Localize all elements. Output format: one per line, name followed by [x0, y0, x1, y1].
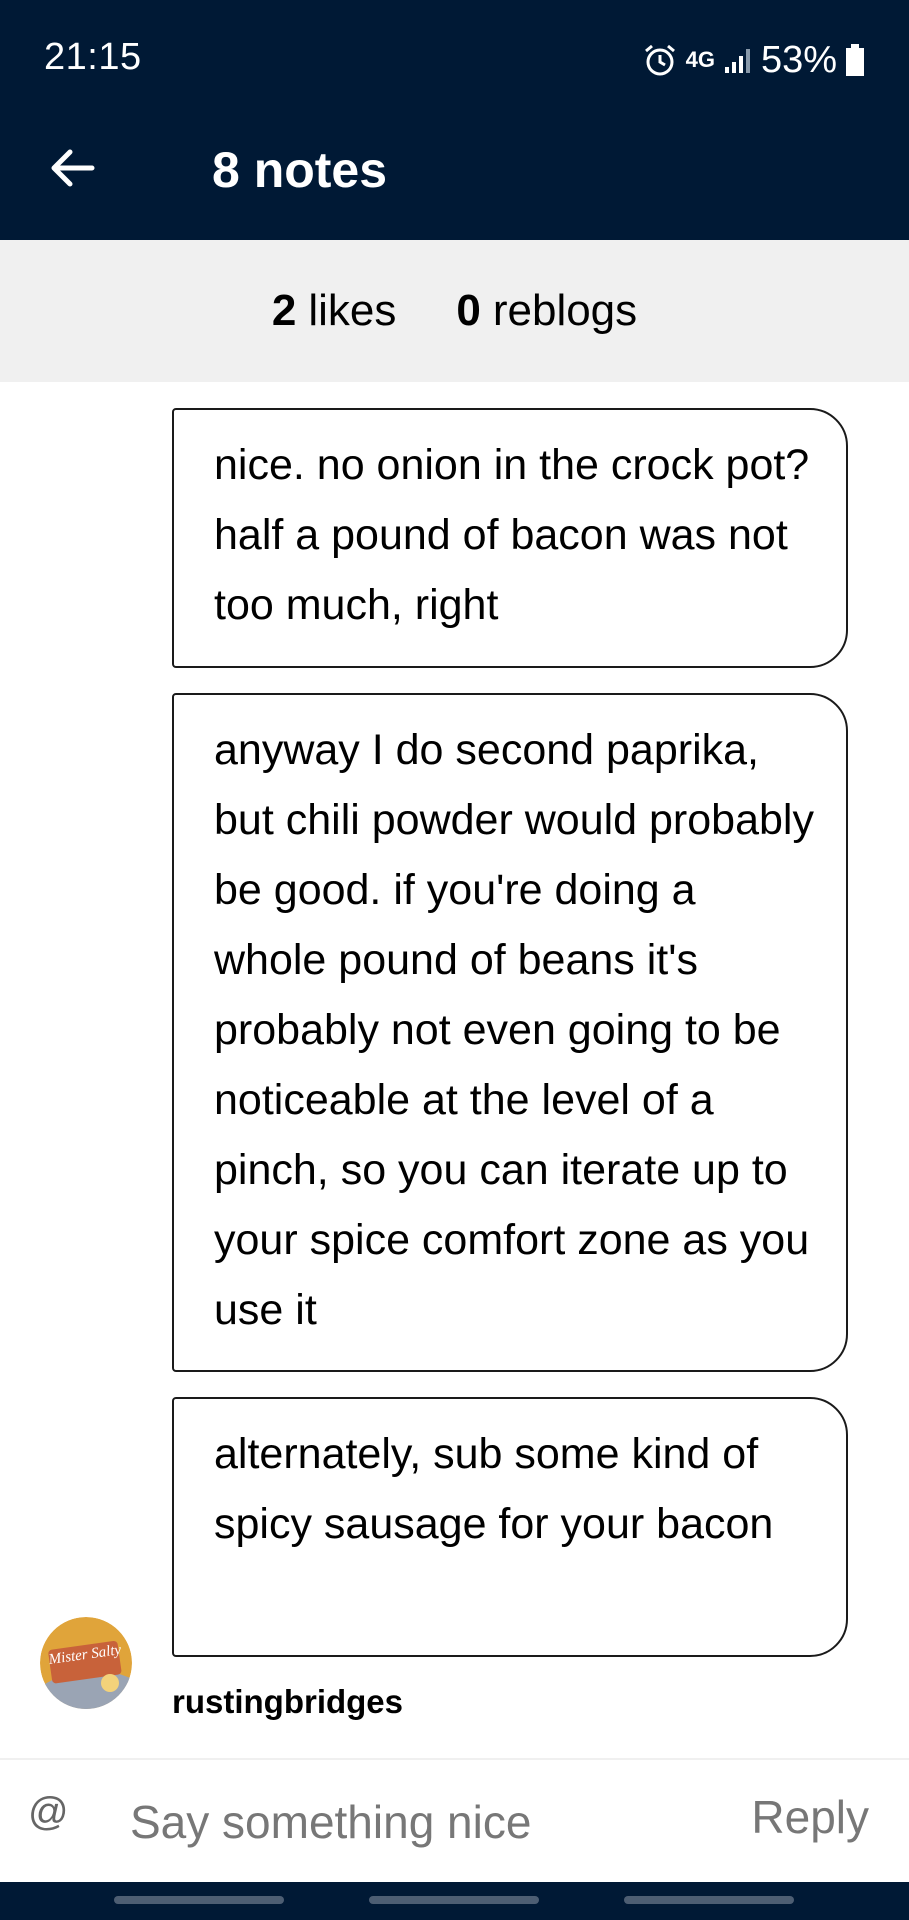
app-header: 8 notes [0, 98, 909, 240]
reply-button[interactable]: Reply [751, 1790, 869, 1844]
avatar[interactable]: Mister Salty [40, 1617, 132, 1709]
likes-count: 2 [271, 286, 297, 335]
likes-label: likes [308, 286, 397, 335]
username[interactable]: rustingbridges [172, 1677, 403, 1727]
network-4g-icon: 4G [685, 47, 715, 72]
back-button[interactable] [40, 138, 104, 202]
likes-tab[interactable]: 2 likes [272, 286, 397, 336]
reblogs-label: reblogs [492, 286, 638, 335]
nav-back-handle[interactable] [624, 1896, 794, 1904]
nav-recents-handle[interactable] [114, 1896, 284, 1904]
system-nav-bar [0, 1882, 909, 1920]
reblogs-tab[interactable]: 0 reblogs [456, 286, 637, 336]
notes-summary: 2 likes 0 reblogs [0, 240, 909, 382]
status-icons: 4G 53% [642, 36, 865, 84]
reply-bar: @ Reply [0, 1758, 909, 1882]
signal-icon [723, 45, 753, 75]
message-bubble[interactable]: nice. no onion in the crock pot? half a … [172, 408, 848, 668]
reply-input[interactable] [130, 1788, 690, 1856]
battery-icon [845, 43, 865, 77]
reblogs-count: 0 [456, 286, 481, 335]
status-time: 21:15 [44, 36, 142, 78]
status-bar: 21:15 4G 53% [0, 0, 909, 98]
nav-home-handle[interactable] [369, 1896, 539, 1904]
page-title: 8 notes [212, 142, 388, 198]
at-mention-icon[interactable]: @ [28, 1790, 69, 1835]
battery-level: 53% [760, 38, 837, 81]
conversation: nice. no onion in the crock pot? half a … [0, 382, 909, 1758]
message-bubble[interactable]: alternately, sub some kind of spicy saus… [172, 1397, 848, 1657]
alarm-icon [642, 42, 678, 78]
message-bubble[interactable]: anyway I do second paprika, but chili po… [172, 693, 848, 1372]
arrow-left-icon [48, 144, 96, 197]
